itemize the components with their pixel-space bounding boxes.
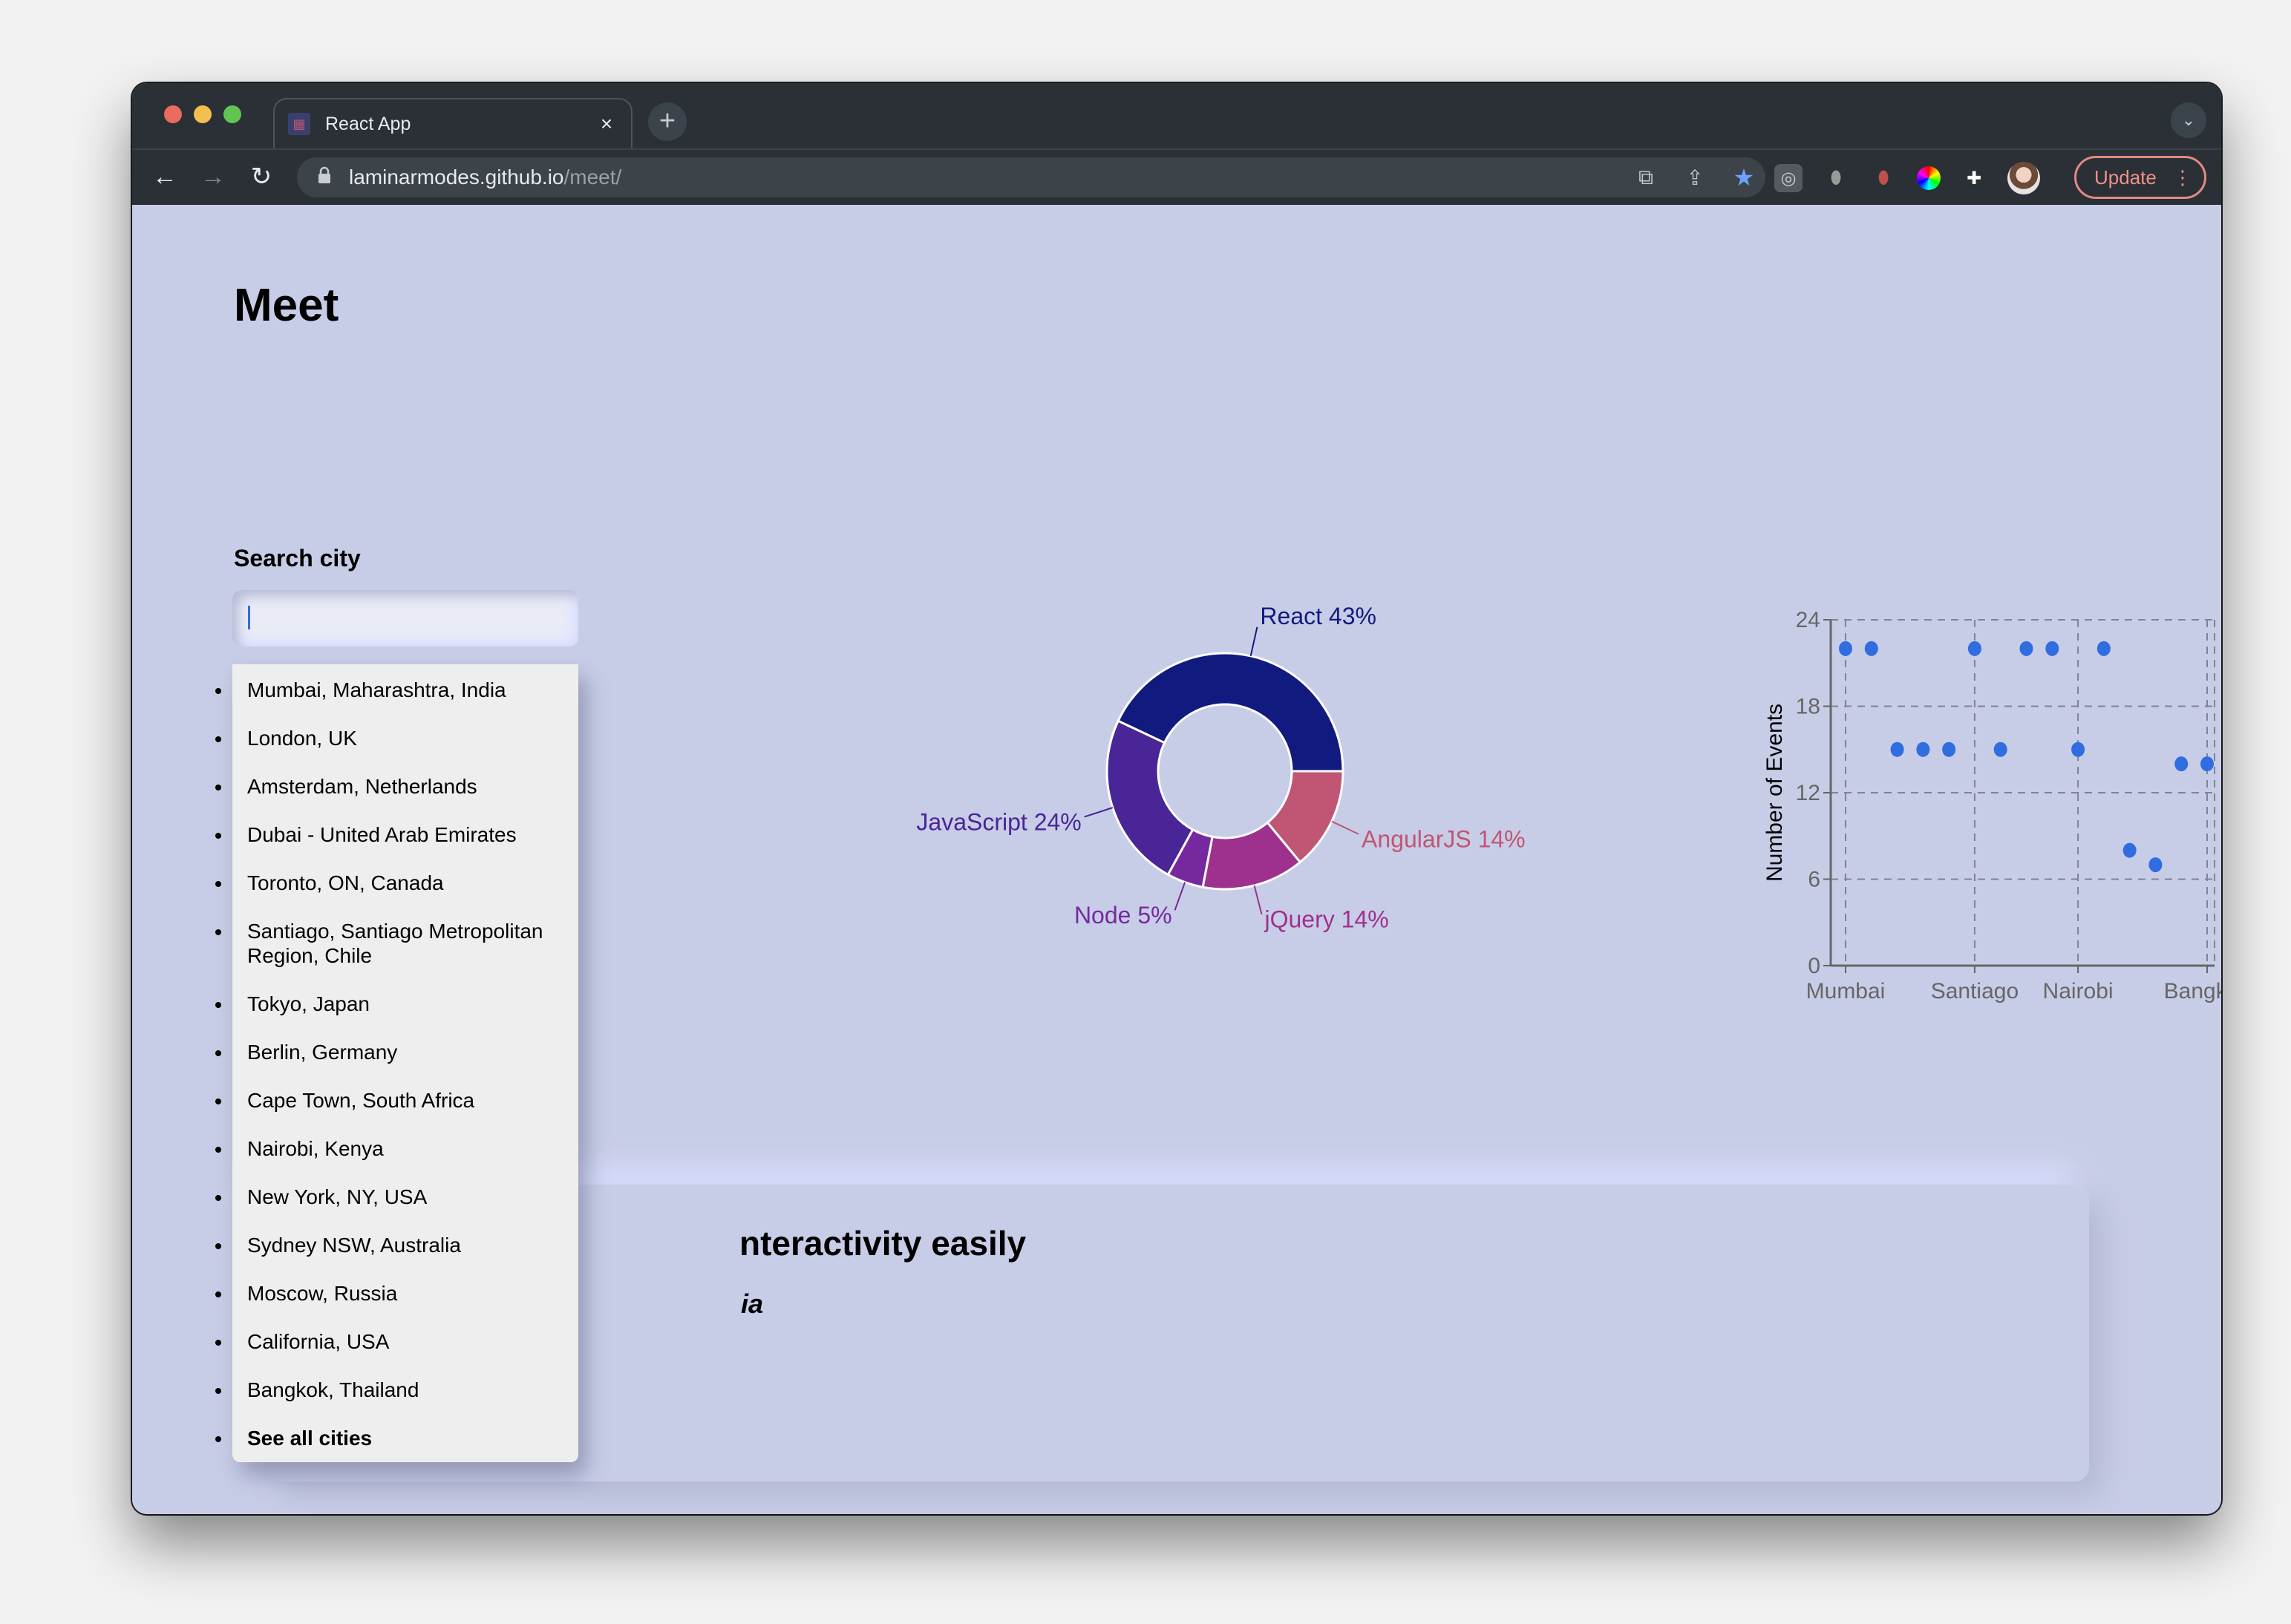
page-content: Meet Search city Mumbai, Maharashtra, In… [132, 205, 2221, 1514]
see-all-cities-option[interactable]: See all cities [232, 1414, 578, 1462]
languages-donut-chart: React 43% JavaScript 24% Node 5% jQuery 14%… [916, 603, 1526, 933]
url-path: /meet/ [563, 166, 622, 189]
profile-avatar[interactable] [2007, 162, 2040, 194]
donut-label-javascript: JavaScript 24% [916, 808, 1081, 835]
scatter-point-moscow[interactable] [2148, 857, 2163, 873]
scatter-point-santiago[interactable] [1967, 641, 1981, 656]
y-axis-label: Number of Events [1762, 704, 1787, 882]
city-suggestion[interactable]: Amsterdam, Netherlands [232, 762, 578, 811]
tab-strip: ▦ React App × + ⌄ [132, 83, 2221, 148]
address-bar[interactable]: laminarmodes.github.io/meet/ ⧉ ⇪ ★ [297, 157, 1765, 197]
favicon-icon: ▦ [288, 113, 310, 135]
city-suggestion[interactable]: Nairobi, Kenya [232, 1124, 578, 1173]
extension-bug-gray-icon[interactable]: ⬮ [1822, 164, 1850, 192]
tab-search-chevron-down-icon[interactable]: ⌄ [2171, 102, 2206, 138]
city-suggestion[interactable]: Toronto, ON, Canada [232, 859, 578, 907]
scatter-point-sydney[interactable] [2122, 842, 2137, 858]
city-suggestion[interactable]: Cape Town, South Africa [232, 1076, 578, 1124]
open-external-icon[interactable]: ⧉ [1633, 166, 1658, 190]
more-menu-icon[interactable]: ⋮ [2173, 166, 2192, 189]
page-title: Meet [234, 280, 339, 331]
back-arrow-icon[interactable]: ← [147, 159, 183, 194]
y-tick-label: 24 [1796, 608, 1820, 632]
donut-label-react: React 43% [1260, 603, 1376, 629]
scatter-point-nairobi[interactable] [2071, 741, 2085, 757]
donut-label-angularjs: AngularJS 14% [1362, 826, 1526, 853]
minimize-window-button[interactable] [194, 105, 212, 123]
scatter-point-cape-town[interactable] [2045, 641, 2059, 656]
scatter-point-tokyo[interactable] [1993, 741, 2007, 757]
scatter-point-toronto[interactable] [1942, 741, 1956, 757]
city-suggestion[interactable]: California, USA [232, 1317, 578, 1366]
scatter-point-berlin[interactable] [2019, 641, 2033, 656]
close-tab-icon[interactable]: × [595, 112, 618, 136]
donut-label-line [1174, 882, 1186, 911]
x-tick-label: Bangkok [2164, 979, 2221, 1003]
url-host: laminarmodes.github.io [349, 166, 564, 189]
events-scatter-chart: 0 6 12 18 24 Mumbai Santiago Nairobi Bangkok Numb… [1762, 608, 2221, 1003]
y-tick-label: 18 [1796, 695, 1820, 719]
lock-icon[interactable] [318, 166, 334, 189]
scatter-point-mumbai[interactable] [1839, 641, 1852, 656]
text-caret [248, 606, 250, 629]
extension-color-picker-icon[interactable] [1917, 166, 1941, 190]
share-icon[interactable]: ⇪ [1682, 166, 1707, 190]
donut-label-jquery: jQuery 14% [1264, 906, 1388, 933]
extension-video-icon[interactable]: ◎ [1774, 164, 1803, 192]
scatter-point-dubai[interactable] [1916, 741, 1930, 757]
y-tick-label: 6 [1808, 868, 1820, 892]
donut-label-line [1249, 626, 1258, 657]
bookmark-star-icon[interactable]: ★ [1731, 163, 1756, 191]
scatter-point-new-york[interactable] [2096, 641, 2111, 656]
scatter-point-amsterdam[interactable] [1890, 741, 1904, 757]
forward-arrow-icon[interactable]: → [195, 159, 231, 194]
card-subheading: ia [741, 1289, 764, 1319]
close-window-button[interactable] [164, 105, 182, 123]
extension-bug-red-icon[interactable]: ⬮ [1869, 164, 1898, 192]
url-text[interactable]: laminarmodes.github.io/meet/ [349, 166, 621, 189]
donut-label-line [1253, 885, 1263, 914]
donut-label-line [1331, 820, 1359, 835]
update-button[interactable]: Update ⋮ [2074, 156, 2206, 199]
city-suggestion[interactable]: Mumbai, Maharashtra, India [232, 666, 578, 714]
city-suggestions-list: Mumbai, Maharashtra, IndiaLondon, UKAmst… [232, 664, 578, 1462]
x-tick-label: Santiago [1931, 979, 2019, 1003]
city-suggestion[interactable]: Bangkok, Thailand [232, 1366, 578, 1414]
city-suggestion[interactable]: New York, NY, USA [232, 1173, 578, 1221]
new-tab-button[interactable]: + [648, 102, 687, 141]
maximize-window-button[interactable] [223, 105, 241, 123]
donut-label-node: Node 5% [1074, 902, 1172, 929]
update-label: Update [2094, 166, 2157, 189]
x-tick-label: Nairobi [2043, 979, 2114, 1003]
y-tick-label: 12 [1796, 781, 1820, 805]
scatter-point-bangkok[interactable] [2200, 756, 2214, 772]
search-city-label: Search city [234, 545, 361, 572]
browser-toolbar: ← → ↻ laminarmodes.github.io/meet/ ⧉ ⇪ ★… [132, 148, 2221, 205]
city-suggestion[interactable]: Santiago, Santiago Metropolitan Region, … [232, 907, 578, 980]
tab-react-app[interactable]: ▦ React App × [273, 98, 633, 148]
city-suggestion[interactable]: Dubai - United Arab Emirates [232, 811, 578, 859]
y-tick-label: 0 [1808, 954, 1820, 978]
card-heading: nteractivity easily [739, 1224, 1027, 1263]
scatter-point-california[interactable] [2174, 756, 2189, 772]
city-suggestion[interactable]: Moscow, Russia [232, 1269, 578, 1317]
tab-title: React App [325, 113, 411, 134]
x-tick-label: Mumbai [1806, 979, 1886, 1003]
browser-window: ▦ React App × + ⌄ ← → ↻ laminarmodes.git… [132, 83, 2221, 1514]
city-suggestion[interactable]: London, UK [232, 714, 578, 762]
extensions-puzzle-icon[interactable]: ✚ [1960, 164, 1988, 192]
scatter-point-london[interactable] [1864, 641, 1878, 656]
reload-icon[interactable]: ↻ [244, 159, 279, 194]
city-suggestion[interactable]: Sydney NSW, Australia [232, 1221, 578, 1269]
donut-label-line [1084, 807, 1114, 818]
city-suggestion[interactable]: Berlin, Germany [232, 1028, 578, 1076]
city-suggestion[interactable]: Tokyo, Japan [232, 980, 578, 1028]
search-city-input[interactable] [232, 590, 578, 646]
